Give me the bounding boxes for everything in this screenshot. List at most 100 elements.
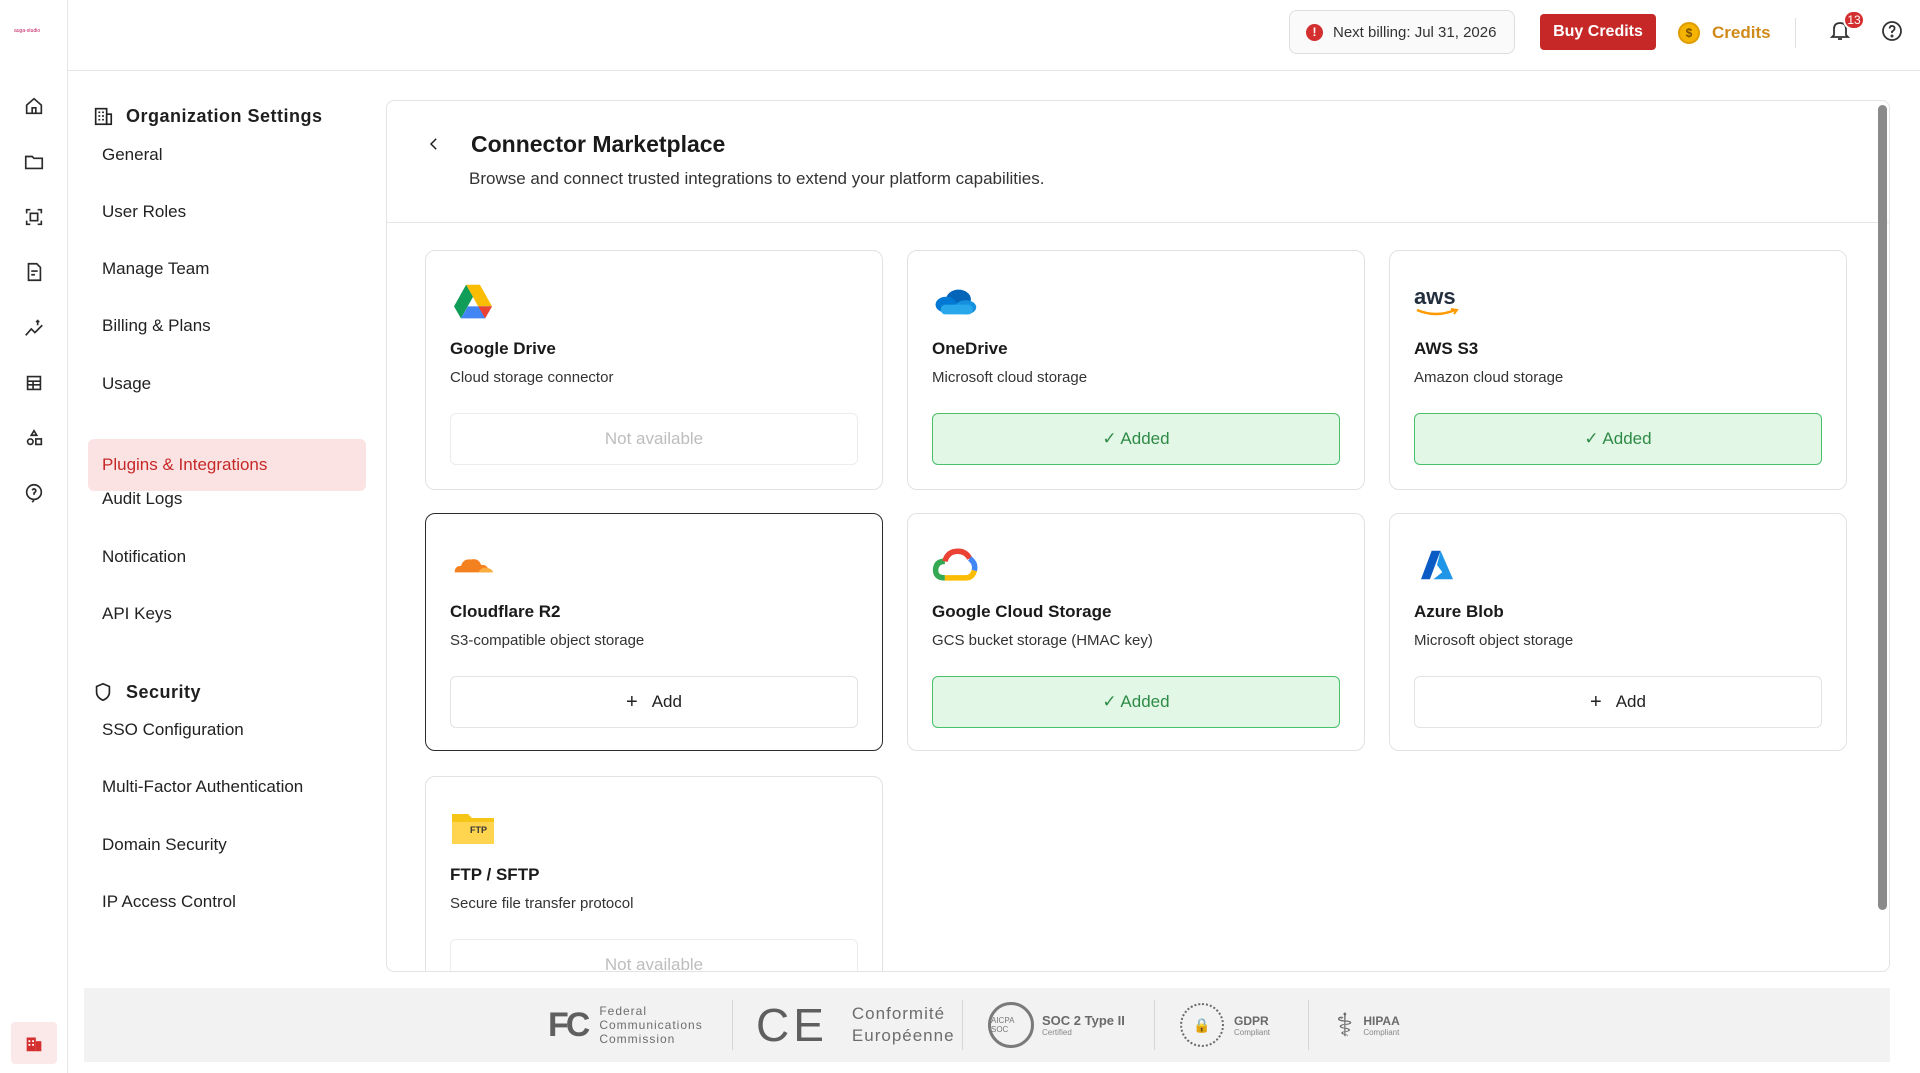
help-icon[interactable] [1880, 19, 1906, 45]
connector-name: FTP / SFTP [450, 865, 540, 884]
connector-marketplace-panel: Connector Marketplace Browse and connect… [386, 100, 1890, 972]
connector-card-aws-s3[interactable]: aws AWS S3 Amazon cloud storage ✓ Added [1389, 250, 1847, 490]
credits-button[interactable]: $ Credits [1678, 20, 1771, 46]
nav-general[interactable]: General [88, 129, 366, 181]
add-button[interactable]: + Add [1414, 676, 1822, 728]
ce-badge: CE Conformité Européenne [756, 999, 955, 1051]
connector-name: Cloudflare R2 [450, 602, 561, 621]
back-arrow-icon[interactable] [425, 135, 445, 155]
connector-card-onedrive[interactable]: OneDrive Microsoft cloud storage ✓ Added [907, 250, 1365, 490]
aws-icon: aws [1414, 279, 1460, 325]
ce-logo: CE [756, 999, 828, 1051]
aicpa-seal: AICPA SOC [988, 1002, 1034, 1048]
add-label: Add [651, 692, 682, 711]
help-circle-icon[interactable] [18, 477, 50, 509]
nav-user-roles[interactable]: User Roles [88, 186, 366, 238]
organization-icon[interactable] [11, 1022, 57, 1064]
not-available-button: Not available [450, 413, 858, 465]
connector-name: AWS S3 [1414, 339, 1479, 358]
home-icon[interactable] [18, 90, 50, 122]
connector-description: Microsoft cloud storage [932, 369, 1088, 386]
alert-icon: ! [1306, 23, 1323, 41]
nav-notification[interactable]: Notification [88, 531, 366, 583]
divider [1795, 18, 1796, 48]
notification-badge: 13 [1843, 10, 1865, 30]
connector-description: Microsoft object storage [1414, 632, 1574, 649]
lock-icon: 🔒 [1180, 1003, 1224, 1047]
settings-sidebar: Organization Settings General User Roles… [68, 71, 378, 991]
soc-title: SOC 2 Type II [1042, 1013, 1125, 1028]
ce-text-line: Européenne [851, 1026, 955, 1045]
connector-card-cloudflare-r2[interactable]: Cloudflare R2 S3-compatible object stora… [425, 513, 883, 751]
fcc-logo: FC [548, 1005, 590, 1044]
buy-credits-button[interactable]: Buy Credits [1540, 14, 1656, 50]
nav-audit-logs[interactable]: Audit Logs [88, 473, 366, 525]
soc2-badge: AICPA SOC SOC 2 Type II Certified [988, 1000, 1125, 1050]
fcc-badge: FC Federal Communications Commission [548, 1000, 703, 1050]
connector-description: S3-compatible object storage [450, 632, 645, 649]
app-rail: auga-studio [0, 0, 68, 1073]
folder-icon[interactable] [18, 146, 50, 178]
scrollbar[interactable] [1878, 105, 1887, 910]
nav-domain-security[interactable]: Domain Security [88, 819, 366, 871]
nav-manage-team[interactable]: Manage Team [88, 243, 366, 295]
ftp-folder-icon: FTP [450, 805, 496, 851]
billing-notice[interactable]: ! Next billing: Jul 31, 2026 [1289, 10, 1515, 54]
gdpr-badge: 🔒 GDPR Compliant [1180, 1000, 1270, 1050]
connector-description: Secure file transfer protocol [450, 895, 634, 912]
compliance-footer: FC Federal Communications Commission CE … [84, 988, 1890, 1062]
cloudflare-icon [450, 542, 496, 588]
scan-icon[interactable] [18, 201, 50, 233]
connector-card-google-cloud-storage[interactable]: Google Cloud Storage GCS bucket storage … [907, 513, 1365, 751]
connector-description: Cloud storage connector [450, 369, 614, 386]
table-icon[interactable] [18, 367, 50, 399]
security-heading: Security [92, 681, 201, 703]
app-logo[interactable]: auga-studio [14, 28, 50, 36]
connector-name: Azure Blob [1414, 602, 1504, 621]
organization-settings-label: Organization Settings [126, 105, 323, 126]
added-button[interactable]: ✓ Added [932, 413, 1340, 465]
gdpr-subtitle: Compliant [1234, 1027, 1271, 1037]
plus-icon: + [626, 690, 638, 713]
connector-card-ftp-sftp[interactable]: FTP FTP / SFTP Secure file transfer prot… [425, 776, 883, 971]
google-cloud-icon [932, 542, 978, 588]
azure-icon [1414, 542, 1460, 588]
added-button[interactable]: ✓ Added [932, 676, 1340, 728]
not-available-button: Not available [450, 939, 858, 971]
nav-api-keys[interactable]: API Keys [88, 588, 366, 640]
nav-billing-plans[interactable]: Billing & Plans [88, 300, 366, 352]
nav-usage[interactable]: Usage [88, 358, 366, 410]
hipaa-subtitle: Compliant [1363, 1027, 1400, 1037]
add-button[interactable]: + Add [450, 676, 858, 728]
added-button[interactable]: ✓ Added [1414, 413, 1822, 465]
credits-label: Credits [1712, 23, 1771, 42]
building-icon [94, 107, 113, 126]
page-subtitle: Browse and connect trusted integrations … [469, 169, 1045, 188]
gdpr-title: GDPR [1234, 1013, 1269, 1028]
organization-settings-heading: Organization Settings [92, 105, 323, 127]
connector-card-google-drive[interactable]: Google Drive Cloud storage connector Not… [425, 250, 883, 490]
ce-text-line: Conformité [851, 1004, 946, 1023]
nav-sso-configuration[interactable]: SSO Configuration [88, 704, 366, 756]
fcc-text-line: Commission [599, 1032, 676, 1046]
nav-multi-factor-authentication[interactable]: Multi-Factor Authentication [88, 761, 366, 813]
cost-trend-icon[interactable] [18, 312, 50, 344]
document-edit-icon[interactable] [18, 256, 50, 288]
connector-card-azure-blob[interactable]: Azure Blob Microsoft object storage + Add [1389, 513, 1847, 751]
soc-subtitle: Certified [1042, 1028, 1072, 1037]
fcc-text-line: Federal [599, 1004, 648, 1018]
onedrive-icon [932, 279, 978, 325]
connector-name: OneDrive [932, 339, 1008, 358]
caduceus-icon: ⚕ [1336, 1007, 1354, 1043]
connector-name: Google Cloud Storage [932, 602, 1112, 621]
aws-wordmark: aws [1414, 284, 1456, 309]
add-label: Add [1615, 692, 1646, 711]
nav-ip-access-control[interactable]: IP Access Control [88, 876, 366, 928]
panel-header: Connector Marketplace Browse and connect… [387, 101, 1889, 223]
google-drive-icon [450, 279, 496, 325]
connector-name: Google Drive [450, 339, 556, 358]
hipaa-badge: ⚕ HIPAA Compliant [1336, 1000, 1400, 1050]
security-label: Security [126, 681, 202, 702]
shapes-icon[interactable] [18, 422, 50, 454]
plus-icon: + [1590, 690, 1602, 713]
